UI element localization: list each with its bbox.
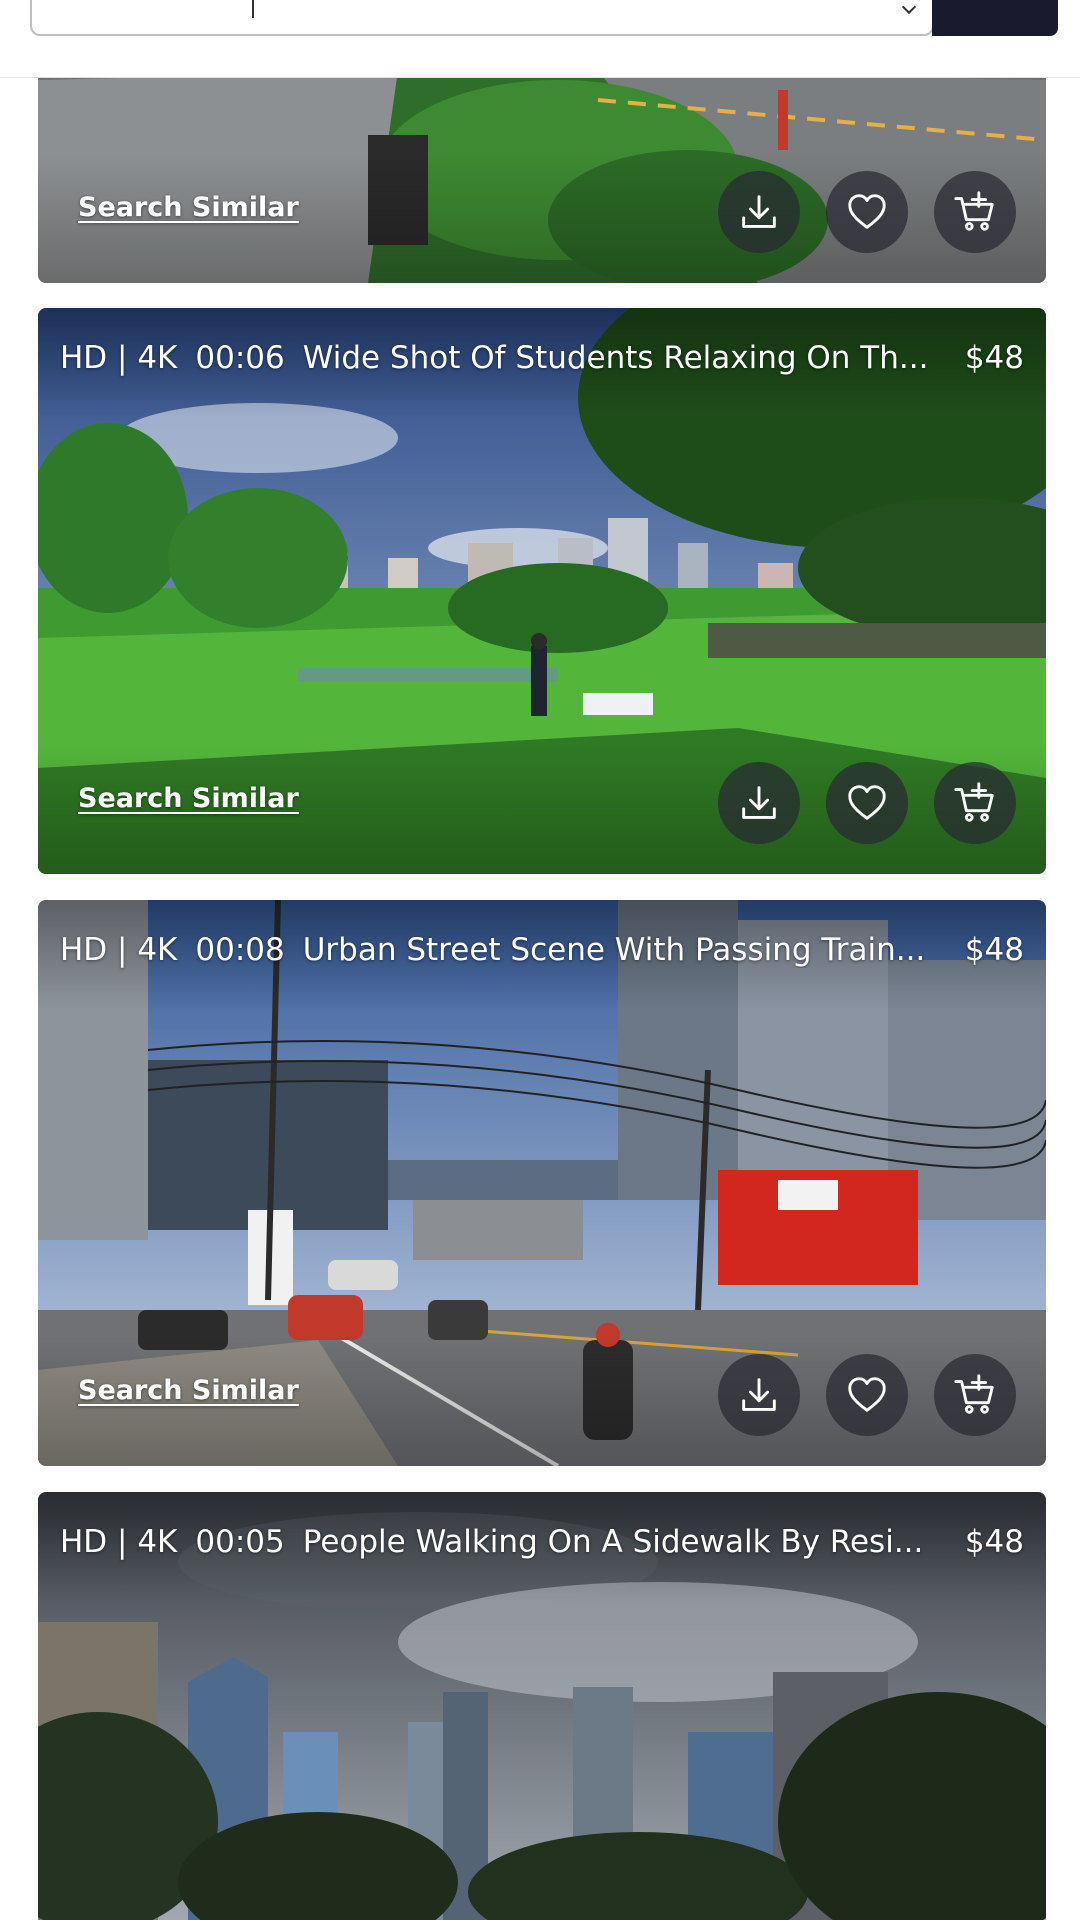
video-meta: HD | 4K 00:08 Urban Street Scene With Pa… [60, 928, 1024, 972]
download-icon [742, 195, 776, 228]
price-label: $48 [964, 932, 1024, 968]
price-label: $48 [964, 340, 1024, 376]
download-icon [742, 786, 776, 819]
search-similar-link[interactable]: Search Similar [78, 1375, 299, 1406]
download-button[interactable] [718, 1354, 800, 1436]
search-button[interactable] [932, 0, 1058, 36]
format-label: HD | 4K [60, 340, 178, 376]
card-actions [718, 762, 1016, 844]
search-divider [252, 0, 254, 18]
add-to-cart-icon [954, 191, 994, 231]
favorite-button[interactable] [826, 762, 908, 844]
duration-label: 00:06 [195, 340, 285, 376]
video-meta: HD | 4K 00:05 People Walking On A Sidewa… [60, 1520, 1024, 1564]
search-input[interactable] [30, 0, 934, 36]
format-label: HD | 4K [60, 932, 178, 968]
add-to-cart-button[interactable] [934, 762, 1016, 844]
chevron-down-icon[interactable] [901, 0, 917, 15]
heart-icon [848, 1377, 886, 1412]
duration-label: 00:08 [195, 932, 285, 968]
favorite-button[interactable] [826, 1354, 908, 1436]
heart-icon [848, 785, 886, 820]
video-card[interactable]: HD | 4K 00:08 Urban Street Scene With Pa… [38, 900, 1046, 1466]
video-card[interactable]: HD | 4K 00:05 People Walking On A Sidewa… [38, 1492, 1046, 1920]
top-search-bar [0, 0, 1080, 78]
video-title[interactable]: Urban Street Scene With Passing Train... [303, 932, 941, 968]
add-to-cart-button[interactable] [934, 171, 1016, 253]
download-button[interactable] [718, 171, 800, 253]
download-button[interactable] [718, 762, 800, 844]
card-actions [718, 171, 1016, 253]
price-label: $48 [964, 1524, 1024, 1560]
search-similar-link[interactable]: Search Similar [78, 783, 299, 814]
format-label: HD | 4K [60, 1524, 178, 1560]
download-icon [742, 1378, 776, 1411]
favorite-button[interactable] [826, 171, 908, 253]
search-similar-link[interactable]: Search Similar [78, 192, 299, 223]
heart-icon [848, 194, 886, 229]
video-meta: HD | 4K 00:06 Wide Shot Of Students Rela… [60, 336, 1024, 380]
add-to-cart-button[interactable] [934, 1354, 1016, 1436]
video-title[interactable]: People Walking On A Sidewalk By Resi... [303, 1524, 941, 1560]
add-to-cart-icon [954, 782, 994, 822]
duration-label: 00:05 [195, 1524, 285, 1560]
video-card[interactable]: HD | 4K 00:06 Wide Shot Of Students Rela… [38, 308, 1046, 874]
card-actions [718, 1354, 1016, 1436]
add-to-cart-icon [954, 1374, 994, 1414]
video-title[interactable]: Wide Shot Of Students Relaxing On Th... [303, 340, 941, 376]
